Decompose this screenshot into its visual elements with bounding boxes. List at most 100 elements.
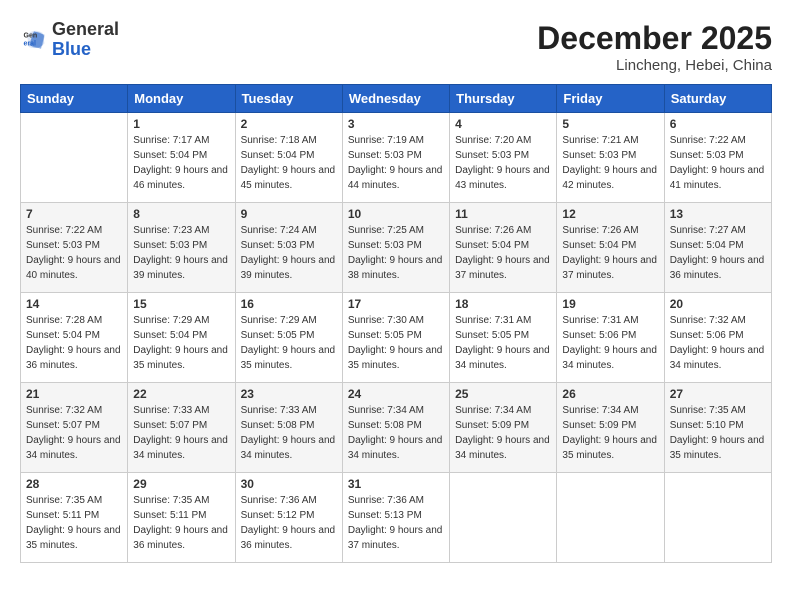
day-info: Sunrise: 7:31 AM Sunset: 5:05 PM Dayligh… — [455, 313, 551, 373]
day-number: 19 — [562, 297, 658, 311]
calendar-week-row: 14 Sunrise: 7:28 AM Sunset: 5:04 PM Dayl… — [21, 293, 772, 383]
day-info: Sunrise: 7:25 AM Sunset: 5:03 PM Dayligh… — [348, 223, 444, 283]
day-info: Sunrise: 7:18 AM Sunset: 5:04 PM Dayligh… — [241, 133, 337, 193]
day-number: 27 — [670, 387, 766, 401]
calendar-day-cell: 13 Sunrise: 7:27 AM Sunset: 5:04 PM Dayl… — [664, 203, 771, 293]
calendar-day-cell: 29 Sunrise: 7:35 AM Sunset: 5:11 PM Dayl… — [128, 473, 235, 563]
day-number: 24 — [348, 387, 444, 401]
day-info: Sunrise: 7:36 AM Sunset: 5:12 PM Dayligh… — [241, 493, 337, 553]
day-info: Sunrise: 7:28 AM Sunset: 5:04 PM Dayligh… — [26, 313, 122, 373]
calendar-day-cell: 17 Sunrise: 7:30 AM Sunset: 5:05 PM Dayl… — [342, 293, 449, 383]
day-info: Sunrise: 7:21 AM Sunset: 5:03 PM Dayligh… — [562, 133, 658, 193]
day-number: 13 — [670, 207, 766, 221]
page-header: Gen eral General Blue December 2025 Linc… — [20, 20, 772, 74]
day-info: Sunrise: 7:35 AM Sunset: 5:11 PM Dayligh… — [26, 493, 122, 553]
day-number: 22 — [133, 387, 229, 401]
day-info: Sunrise: 7:36 AM Sunset: 5:13 PM Dayligh… — [348, 493, 444, 553]
calendar-day-cell: 9 Sunrise: 7:24 AM Sunset: 5:03 PM Dayli… — [235, 203, 342, 293]
weekday-header-row: SundayMondayTuesdayWednesdayThursdayFrid… — [21, 85, 772, 113]
day-number: 28 — [26, 477, 122, 491]
calendar-week-row: 21 Sunrise: 7:32 AM Sunset: 5:07 PM Dayl… — [21, 383, 772, 473]
calendar-week-row: 28 Sunrise: 7:35 AM Sunset: 5:11 PM Dayl… — [21, 473, 772, 563]
calendar-day-cell: 10 Sunrise: 7:25 AM Sunset: 5:03 PM Dayl… — [342, 203, 449, 293]
calendar-day-cell: 22 Sunrise: 7:33 AM Sunset: 5:07 PM Dayl… — [128, 383, 235, 473]
calendar-day-cell: 26 Sunrise: 7:34 AM Sunset: 5:09 PM Dayl… — [557, 383, 664, 473]
day-number: 10 — [348, 207, 444, 221]
day-number: 11 — [455, 207, 551, 221]
day-number: 5 — [562, 117, 658, 131]
day-info: Sunrise: 7:26 AM Sunset: 5:04 PM Dayligh… — [562, 223, 658, 283]
calendar-week-row: 1 Sunrise: 7:17 AM Sunset: 5:04 PM Dayli… — [21, 113, 772, 203]
day-number: 20 — [670, 297, 766, 311]
day-info: Sunrise: 7:17 AM Sunset: 5:04 PM Dayligh… — [133, 133, 229, 193]
day-info: Sunrise: 7:30 AM Sunset: 5:05 PM Dayligh… — [348, 313, 444, 373]
calendar-day-cell: 28 Sunrise: 7:35 AM Sunset: 5:11 PM Dayl… — [21, 473, 128, 563]
day-number: 15 — [133, 297, 229, 311]
calendar-day-cell: 24 Sunrise: 7:34 AM Sunset: 5:08 PM Dayl… — [342, 383, 449, 473]
calendar-day-cell: 20 Sunrise: 7:32 AM Sunset: 5:06 PM Dayl… — [664, 293, 771, 383]
calendar-day-cell: 31 Sunrise: 7:36 AM Sunset: 5:13 PM Dayl… — [342, 473, 449, 563]
day-info: Sunrise: 7:35 AM Sunset: 5:11 PM Dayligh… — [133, 493, 229, 553]
svg-text:eral: eral — [24, 40, 37, 47]
calendar-day-cell: 5 Sunrise: 7:21 AM Sunset: 5:03 PM Dayli… — [557, 113, 664, 203]
calendar-day-cell: 19 Sunrise: 7:31 AM Sunset: 5:06 PM Dayl… — [557, 293, 664, 383]
day-info: Sunrise: 7:27 AM Sunset: 5:04 PM Dayligh… — [670, 223, 766, 283]
calendar-day-cell: 4 Sunrise: 7:20 AM Sunset: 5:03 PM Dayli… — [450, 113, 557, 203]
day-info: Sunrise: 7:20 AM Sunset: 5:03 PM Dayligh… — [455, 133, 551, 193]
day-number: 9 — [241, 207, 337, 221]
day-number: 16 — [241, 297, 337, 311]
day-info: Sunrise: 7:32 AM Sunset: 5:06 PM Dayligh… — [670, 313, 766, 373]
calendar-day-cell: 3 Sunrise: 7:19 AM Sunset: 5:03 PM Dayli… — [342, 113, 449, 203]
day-number: 12 — [562, 207, 658, 221]
calendar-day-cell: 15 Sunrise: 7:29 AM Sunset: 5:04 PM Dayl… — [128, 293, 235, 383]
day-number: 7 — [26, 207, 122, 221]
day-info: Sunrise: 7:33 AM Sunset: 5:07 PM Dayligh… — [133, 403, 229, 463]
day-number: 1 — [133, 117, 229, 131]
calendar-day-cell: 2 Sunrise: 7:18 AM Sunset: 5:04 PM Dayli… — [235, 113, 342, 203]
calendar-day-cell — [450, 473, 557, 563]
location-subtitle: Lincheng, Hebei, China — [537, 57, 772, 74]
logo-icon: Gen eral — [20, 26, 48, 54]
calendar-day-cell: 14 Sunrise: 7:28 AM Sunset: 5:04 PM Dayl… — [21, 293, 128, 383]
day-info: Sunrise: 7:29 AM Sunset: 5:05 PM Dayligh… — [241, 313, 337, 373]
day-number: 3 — [348, 117, 444, 131]
calendar-day-cell: 30 Sunrise: 7:36 AM Sunset: 5:12 PM Dayl… — [235, 473, 342, 563]
day-info: Sunrise: 7:22 AM Sunset: 5:03 PM Dayligh… — [670, 133, 766, 193]
day-info: Sunrise: 7:35 AM Sunset: 5:10 PM Dayligh… — [670, 403, 766, 463]
calendar-day-cell: 25 Sunrise: 7:34 AM Sunset: 5:09 PM Dayl… — [450, 383, 557, 473]
calendar-day-cell: 21 Sunrise: 7:32 AM Sunset: 5:07 PM Dayl… — [21, 383, 128, 473]
day-number: 21 — [26, 387, 122, 401]
day-info: Sunrise: 7:33 AM Sunset: 5:08 PM Dayligh… — [241, 403, 337, 463]
calendar-body: 1 Sunrise: 7:17 AM Sunset: 5:04 PM Dayli… — [21, 113, 772, 563]
logo-blue-text: Blue — [52, 39, 91, 59]
calendar-day-cell: 16 Sunrise: 7:29 AM Sunset: 5:05 PM Dayl… — [235, 293, 342, 383]
calendar-day-cell: 6 Sunrise: 7:22 AM Sunset: 5:03 PM Dayli… — [664, 113, 771, 203]
weekday-header-cell: Sunday — [21, 85, 128, 113]
day-number: 26 — [562, 387, 658, 401]
day-info: Sunrise: 7:24 AM Sunset: 5:03 PM Dayligh… — [241, 223, 337, 283]
day-info: Sunrise: 7:22 AM Sunset: 5:03 PM Dayligh… — [26, 223, 122, 283]
calendar-day-cell — [664, 473, 771, 563]
weekday-header-cell: Saturday — [664, 85, 771, 113]
day-info: Sunrise: 7:29 AM Sunset: 5:04 PM Dayligh… — [133, 313, 229, 373]
day-info: Sunrise: 7:34 AM Sunset: 5:09 PM Dayligh… — [562, 403, 658, 463]
calendar-day-cell: 18 Sunrise: 7:31 AM Sunset: 5:05 PM Dayl… — [450, 293, 557, 383]
weekday-header-cell: Friday — [557, 85, 664, 113]
day-number: 23 — [241, 387, 337, 401]
day-info: Sunrise: 7:23 AM Sunset: 5:03 PM Dayligh… — [133, 223, 229, 283]
weekday-header-cell: Wednesday — [342, 85, 449, 113]
day-number: 31 — [348, 477, 444, 491]
calendar-day-cell: 23 Sunrise: 7:33 AM Sunset: 5:08 PM Dayl… — [235, 383, 342, 473]
svg-text:Gen: Gen — [24, 32, 38, 39]
day-number: 4 — [455, 117, 551, 131]
day-info: Sunrise: 7:19 AM Sunset: 5:03 PM Dayligh… — [348, 133, 444, 193]
day-number: 25 — [455, 387, 551, 401]
month-title: December 2025 — [537, 20, 772, 57]
day-number: 17 — [348, 297, 444, 311]
calendar-day-cell: 8 Sunrise: 7:23 AM Sunset: 5:03 PM Dayli… — [128, 203, 235, 293]
day-number: 2 — [241, 117, 337, 131]
weekday-header-cell: Thursday — [450, 85, 557, 113]
calendar-day-cell — [557, 473, 664, 563]
title-block: December 2025 Lincheng, Hebei, China — [537, 20, 772, 74]
day-number: 6 — [670, 117, 766, 131]
